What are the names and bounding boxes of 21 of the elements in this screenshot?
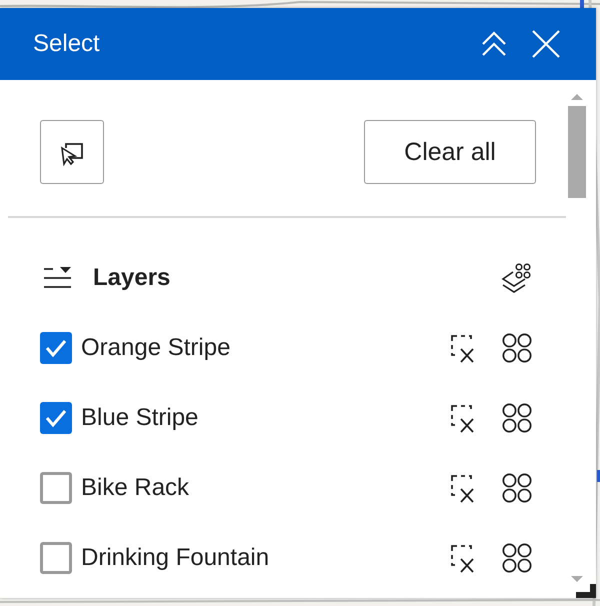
- four-circles-icon[interactable]: [501, 472, 533, 504]
- checkbox[interactable]: [40, 472, 72, 504]
- layer-name: Bike Rack: [81, 474, 190, 502]
- panel-title: Select: [33, 30, 101, 58]
- filter-list-icon[interactable]: [43, 266, 73, 290]
- four-circles-icon[interactable]: [501, 402, 533, 434]
- layers-icon[interactable]: [500, 262, 532, 294]
- collapse-icon[interactable]: [480, 30, 508, 58]
- layer-name: Blue Stripe: [81, 404, 198, 432]
- layer-name: Orange Stripe: [81, 334, 230, 362]
- select-tool-button[interactable]: [40, 120, 104, 184]
- four-circles-icon[interactable]: [501, 542, 533, 574]
- checkbox[interactable]: [40, 402, 72, 434]
- four-circles-icon[interactable]: [501, 332, 533, 364]
- close-icon[interactable]: [532, 30, 560, 58]
- layer-name: Drinking Fountain: [81, 544, 270, 572]
- resize-handle-icon[interactable]: [576, 584, 596, 598]
- checkbox[interactable]: [40, 332, 72, 364]
- section-heading: Layers: [93, 264, 172, 292]
- clear-all-button[interactable]: Clear all: [364, 120, 536, 184]
- checkbox[interactable]: [40, 542, 72, 574]
